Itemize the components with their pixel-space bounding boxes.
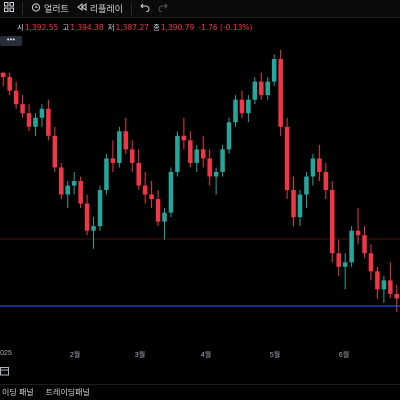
candle: [362, 226, 367, 258]
candle: [65, 181, 70, 209]
x-tick-label: 025: [0, 350, 12, 357]
low-value: 1,387.27: [115, 22, 149, 32]
open-value: 1,392.55: [24, 22, 59, 32]
candle: [7, 72, 12, 96]
candle: [123, 117, 129, 154]
candle: [110, 140, 116, 172]
candle: [71, 171, 77, 195]
redo-button[interactable]: [154, 0, 172, 18]
candle: [297, 190, 303, 227]
candle: [0, 72, 6, 87]
candle: [155, 190, 161, 227]
x-tick-label: 5월: [269, 352, 281, 359]
tab-trading-panel[interactable]: 트레이딩패널: [40, 387, 96, 398]
candle: [323, 162, 329, 200]
candle: [136, 149, 141, 191]
candle: [130, 140, 135, 172]
toolbar-divider: [130, 2, 132, 15]
candle: [271, 54, 277, 87]
candle: [84, 194, 90, 236]
candle: [162, 208, 167, 240]
candle: [336, 239, 341, 276]
candle: [388, 262, 393, 299]
candle: [149, 181, 154, 209]
toolbar-divider: [22, 2, 23, 15]
candle: [20, 95, 25, 118]
x-tick-label: 2월: [69, 352, 81, 359]
candle: [349, 226, 354, 267]
redo-icon: [158, 2, 168, 15]
candle: [26, 104, 32, 132]
candle: [226, 117, 232, 154]
tab-trading-panel-clipped[interactable]: 이딩 패널: [0, 387, 40, 398]
bottom-panel-tabs: 이딩 패널 트레이딩패널: [0, 384, 400, 400]
candle: [97, 185, 103, 231]
candle: [220, 144, 225, 177]
high-value: 1,394.38: [70, 22, 104, 32]
candle: [368, 244, 374, 281]
more-options-button[interactable]: •••: [0, 36, 22, 46]
candle: [233, 95, 238, 127]
candle: [304, 171, 309, 209]
x-tick-label: 3월: [134, 352, 146, 359]
candlestick-chart[interactable]: [0, 36, 400, 346]
alert-button[interactable]: 얼러트: [27, 0, 73, 18]
candle: [33, 113, 38, 136]
candle: [259, 72, 264, 100]
layout-button[interactable]: [0, 0, 18, 18]
candle: [59, 162, 64, 200]
candle: [252, 77, 258, 105]
candle: [375, 266, 380, 299]
candle: [46, 99, 51, 141]
candle: [175, 131, 180, 177]
candle: [91, 217, 96, 249]
x-tick-label: 4월: [200, 352, 212, 359]
calendar-goto-icon[interactable]: [0, 366, 12, 378]
top-toolbar: 얼러트 리플레이: [0, 0, 400, 18]
candle: [117, 126, 122, 168]
candle: [142, 171, 148, 204]
replay-rewind-icon: [77, 2, 87, 15]
candle: [78, 176, 83, 209]
candle: [168, 167, 174, 218]
time-axis: 025 2월 3월 4월 5월 6월: [0, 347, 400, 361]
candle: [310, 153, 316, 186]
low-label: 저: [107, 22, 115, 32]
undo-icon: [140, 2, 150, 15]
alarm-clock-icon: [31, 2, 41, 15]
candle: [278, 50, 283, 136]
candle: [394, 284, 400, 312]
undo-button[interactable]: [136, 0, 154, 18]
change-value: -1.76 (-0.13%): [198, 22, 253, 32]
ohlc-legend: 시 1,392.55 고 1,394.38 저 1,387.27 종 1,390…: [0, 20, 400, 34]
candle: [181, 117, 187, 150]
candle: [194, 144, 200, 172]
candle: [39, 104, 45, 127]
x-tick-label: 6월: [338, 352, 350, 359]
grid-layout-icon: [4, 2, 14, 15]
candle: [330, 181, 335, 263]
candle: [13, 81, 19, 109]
candle: [213, 167, 219, 195]
replay-label: 리플레이: [89, 4, 123, 14]
candle: [207, 149, 212, 186]
close-value: 1,390.79: [160, 22, 195, 32]
candle: [200, 135, 206, 168]
candle: [284, 117, 290, 200]
candle: [291, 176, 296, 227]
replay-button[interactable]: 리플레이: [73, 0, 127, 18]
candle: [317, 144, 322, 181]
alert-label: 얼러트: [44, 4, 69, 14]
candle: [188, 131, 193, 168]
candle: [239, 90, 245, 118]
close-label: 종: [152, 22, 160, 32]
candle: [104, 153, 109, 195]
high-label: 고: [62, 22, 70, 32]
candle: [52, 126, 58, 172]
candle: [265, 77, 270, 100]
candle: [342, 253, 348, 290]
candle: [246, 95, 251, 123]
open-label: 시: [17, 22, 24, 32]
candle: [381, 275, 387, 303]
